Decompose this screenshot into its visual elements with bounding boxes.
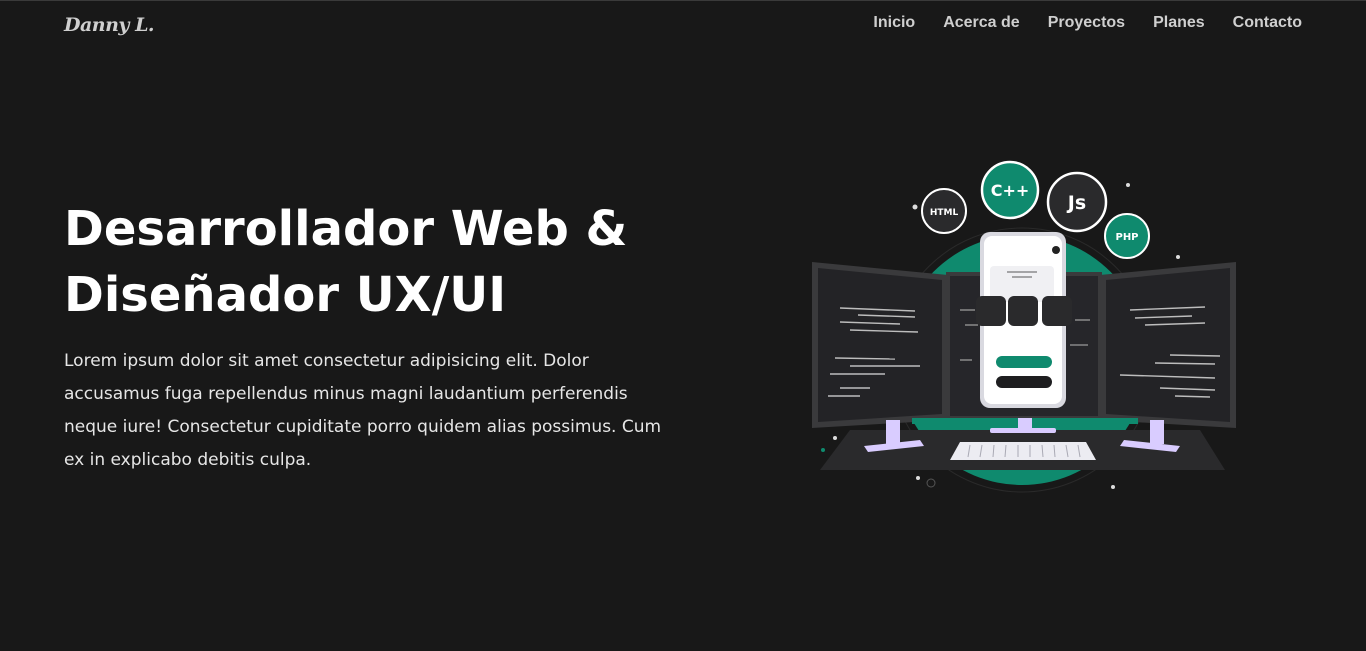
badge-html-label: HTML: [930, 208, 959, 218]
badge-php-icon: PHP: [1104, 213, 1150, 259]
badge-cpp-icon: C++: [980, 160, 1040, 220]
decor-dot: [1126, 183, 1130, 187]
decor-dot: [1176, 255, 1180, 259]
decor-dot: [821, 448, 825, 452]
hero-title: Desarrollador Web & Diseñador UX/UI: [64, 196, 684, 328]
nav-link-inicio[interactable]: Inicio: [873, 14, 915, 32]
ui-tile: [1008, 296, 1038, 326]
ui-tile: [1042, 296, 1072, 326]
right-monitor-stand: [1150, 420, 1164, 444]
hero-description: Lorem ipsum dolor sit amet consectetur a…: [64, 351, 662, 470]
site-logo[interactable]: Danny L.: [64, 14, 155, 36]
phone-green-button: [996, 356, 1052, 368]
badge-js-label: Js: [1066, 192, 1086, 214]
decor-dot: [916, 476, 920, 480]
left-monitor-screen: [818, 268, 942, 422]
nav-link-contacto[interactable]: Contacto: [1233, 14, 1302, 32]
nav-link-planes[interactable]: Planes: [1153, 14, 1205, 32]
badge-php-label: PHP: [1115, 232, 1138, 243]
nav-link-acerca-de[interactable]: Acerca de: [943, 14, 1020, 32]
left-monitor-stand: [886, 420, 900, 444]
phone-camera: [1052, 246, 1060, 254]
decor-dot: [1111, 485, 1115, 489]
keyboard: [950, 442, 1096, 460]
decor-ring: [926, 478, 936, 488]
right-monitor-screen: [1106, 268, 1230, 422]
main-nav: Inicio Acerca de Proyectos Planes Contac…: [873, 14, 1302, 32]
hero-title-line-1: Desarrollador Web &: [64, 201, 628, 257]
hero-title-line-2: Diseñador UX/UI: [64, 267, 507, 323]
badge-js-icon: Js: [1046, 171, 1108, 233]
decor-dot: [912, 204, 918, 210]
developer-workspace-illustration: HTML C++ Js PHP: [812, 160, 1236, 493]
nav-link-proyectos[interactable]: Proyectos: [1048, 14, 1125, 32]
ui-tile: [976, 296, 1006, 326]
phone-dark-button: [996, 376, 1052, 388]
center-monitor-foot: [990, 428, 1056, 433]
badge-html-icon: HTML: [921, 188, 967, 234]
badge-cpp-label: C++: [991, 181, 1030, 200]
top-border: [0, 0, 1366, 1]
decor-dot: [833, 436, 837, 440]
